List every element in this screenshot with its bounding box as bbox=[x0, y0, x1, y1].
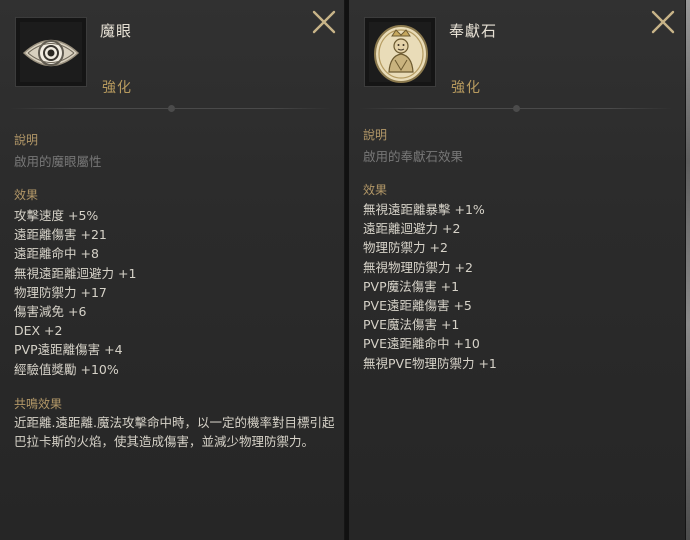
resonance-heading: 共鳴效果 bbox=[14, 397, 63, 411]
effect-item: PVE遠距離傷害 +5 bbox=[363, 297, 472, 313]
effect-item: 無視物理防禦力 +2 bbox=[363, 259, 473, 275]
close-icon bbox=[651, 10, 675, 34]
effect-item: PVP魔法傷害 +1 bbox=[363, 278, 460, 294]
effect-item: 經驗值獎勵 +10% bbox=[14, 361, 119, 377]
effect-item: 遠距離傷害 +21 bbox=[14, 227, 107, 243]
item-icon-slot bbox=[15, 17, 87, 87]
effect-item: PVP遠距離傷害 +4 bbox=[14, 342, 123, 358]
close-button[interactable] bbox=[649, 8, 677, 36]
divider-ornament bbox=[168, 105, 175, 112]
devotion-stone-icon bbox=[369, 22, 431, 83]
item-name: 魔眼 bbox=[100, 22, 133, 40]
enhance-label: 強化 bbox=[102, 80, 132, 96]
effect-item: PVE遠距離命中 +10 bbox=[363, 336, 480, 352]
effect-item: 傷害減免 +6 bbox=[14, 303, 87, 319]
effect-item: PVE魔法傷害 +1 bbox=[363, 317, 460, 333]
demon-eye-icon bbox=[20, 22, 82, 82]
tooltip-stage: 魔眼 強化 說明 啟用的魔眼屬性 效果 攻擊速度 +5% 遠距離傷害 +21 遠… bbox=[0, 0, 690, 540]
resonance-text: 近距離.遠距離.魔法攻擊命中時，以一定的機率對目標引起巴拉卡斯的火焰，使其造成傷… bbox=[14, 415, 335, 449]
effects-list: 無視遠距離暴擊 +1% 遠距離迴避力 +2 物理防禦力 +2 無視物理防禦力 +… bbox=[363, 200, 497, 373]
effects-list: 攻擊速度 +5% 遠距離傷害 +21 遠距離命中 +8 無視遠距離迴避力 +1 … bbox=[14, 206, 136, 379]
effects-heading: 效果 bbox=[14, 188, 39, 202]
description-text: 啟用的奉獻石效果 bbox=[363, 149, 464, 164]
description-text: 啟用的魔眼屬性 bbox=[14, 154, 102, 169]
effect-item: DEX +2 bbox=[14, 323, 63, 339]
effect-item: 無視遠距離迴避力 +1 bbox=[14, 265, 137, 281]
effect-item: 遠距離迴避力 +2 bbox=[363, 221, 461, 237]
close-icon bbox=[312, 10, 336, 34]
effect-item: 物理防禦力 +2 bbox=[363, 240, 448, 256]
effect-item: 攻擊速度 +5% bbox=[14, 208, 99, 223]
description-heading: 說明 bbox=[14, 133, 39, 147]
item-tooltip-demon-eye: 魔眼 強化 說明 啟用的魔眼屬性 效果 攻擊速度 +5% 遠距離傷害 +21 遠… bbox=[0, 0, 345, 540]
item-tooltip-devotion-stone: 奉獻石 強化 說明 啟用的奉獻石效果 效果 無視遠距離暴擊 +1% 遠距離迴避力… bbox=[349, 0, 686, 540]
enhance-label: 強化 bbox=[451, 80, 481, 96]
effect-item: 無視PVE物理防禦力 +1 bbox=[363, 355, 497, 371]
item-icon-slot bbox=[364, 17, 436, 87]
effect-item: 無視遠距離暴擊 +1% bbox=[363, 202, 485, 217]
background-edge bbox=[686, 0, 690, 540]
effects-heading: 效果 bbox=[363, 183, 388, 197]
item-name: 奉獻石 bbox=[449, 22, 498, 40]
close-button[interactable] bbox=[310, 8, 338, 36]
effect-item: 物理防禦力 +17 bbox=[14, 284, 107, 300]
divider-ornament bbox=[513, 105, 520, 112]
description-heading: 說明 bbox=[363, 128, 388, 142]
effect-item: 遠距離命中 +8 bbox=[14, 246, 99, 262]
